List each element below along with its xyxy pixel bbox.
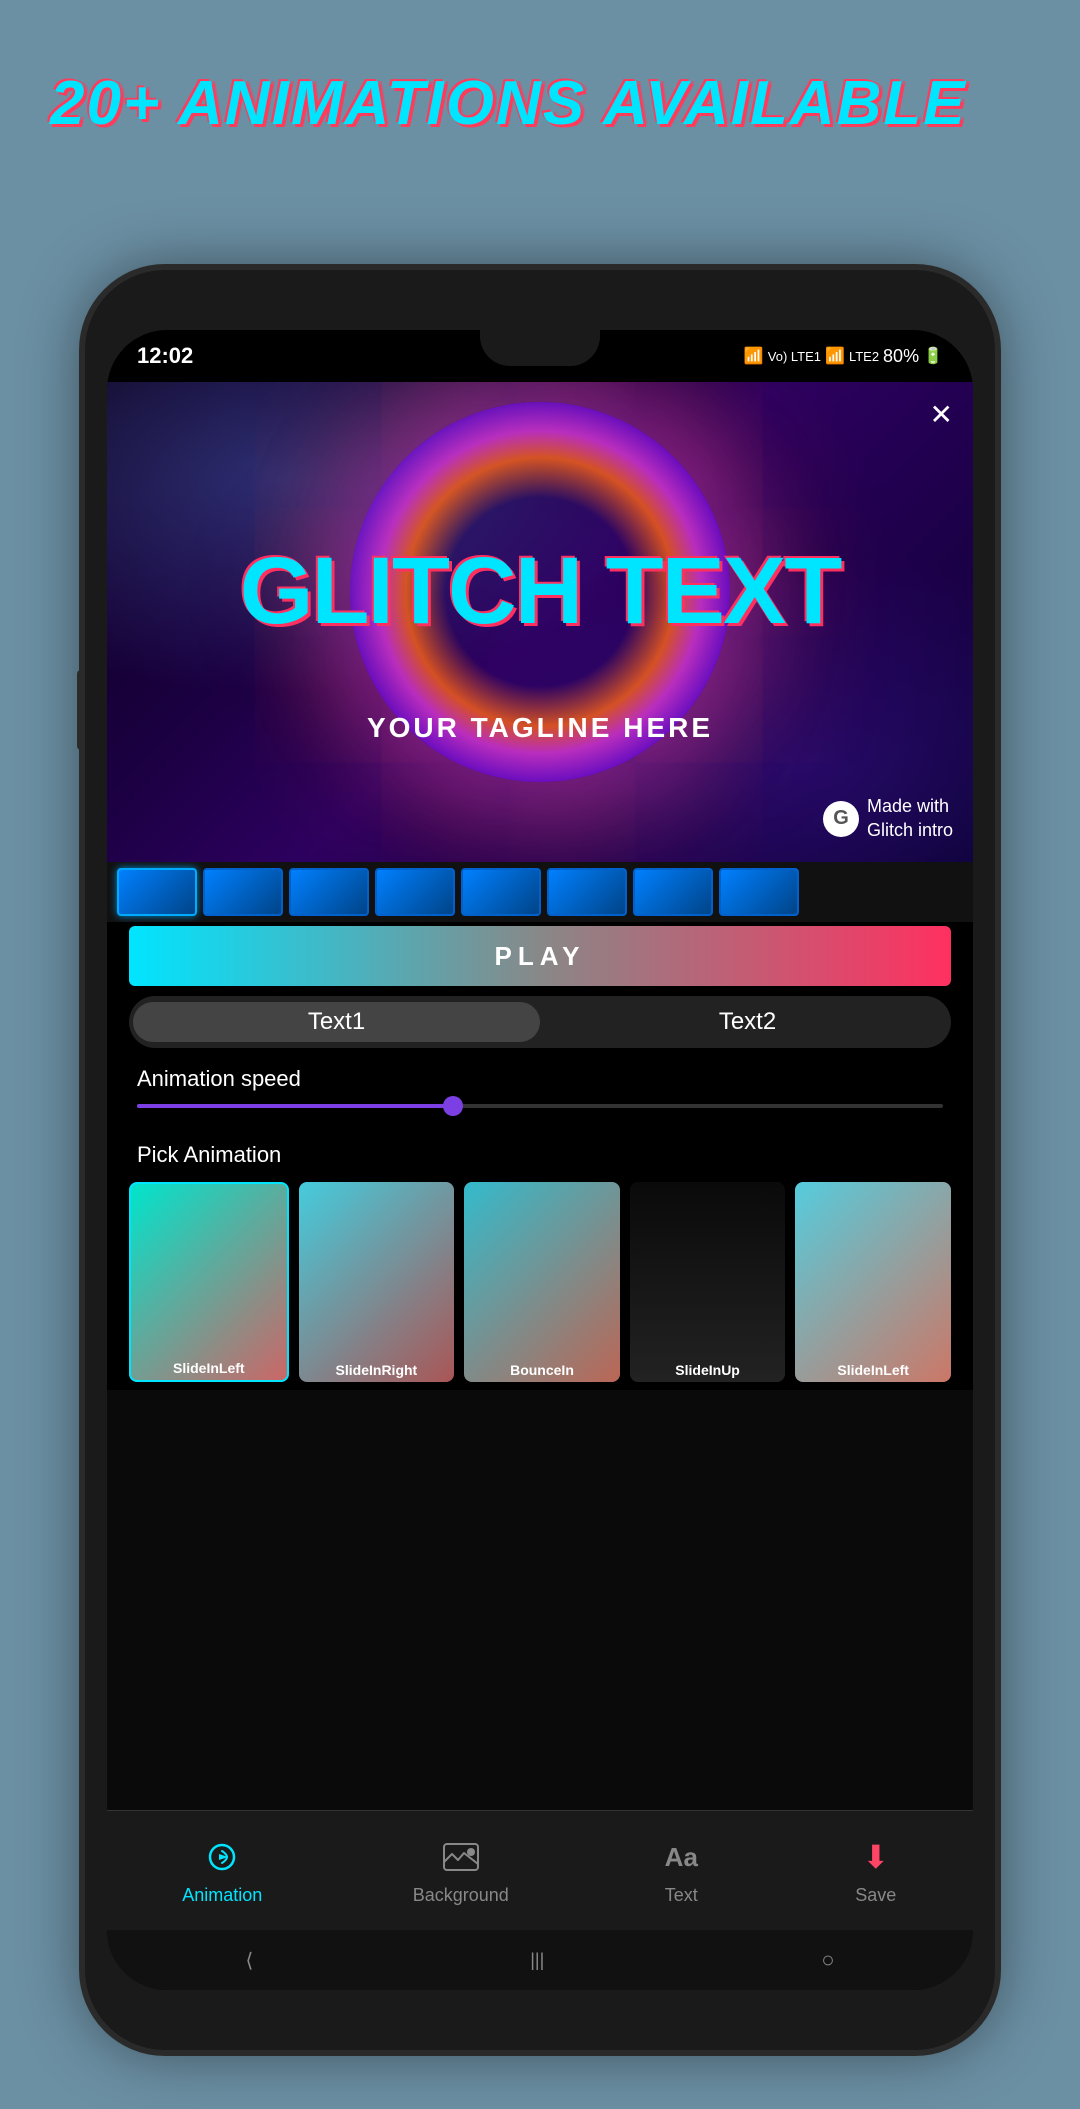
phone-notch — [480, 330, 600, 366]
nav-label-text: Text — [665, 1885, 698, 1906]
glitch-text-display: GLITCH TEXT — [107, 537, 973, 646]
signal-text: Vo) LTE1 — [768, 349, 821, 364]
nav-item-animation[interactable]: Animation — [182, 1835, 262, 1906]
nav-label-save: Save — [855, 1885, 896, 1906]
anim-card-5[interactable]: SlideInLeft — [795, 1182, 951, 1382]
nav-item-text[interactable]: Aa Text — [659, 1835, 703, 1906]
anim-thumb-2[interactable] — [203, 868, 283, 916]
anim-card-3-label: BounceIn — [464, 1362, 620, 1378]
play-button[interactable]: PLAY — [129, 926, 951, 986]
anim-card-3[interactable]: BounceIn — [464, 1182, 620, 1382]
nav-label-background: Background — [413, 1885, 509, 1906]
wifi-icon: 📶 — [744, 346, 764, 366]
system-nav-bar: ⟨ ||| ○ — [107, 1930, 973, 1990]
animation-icon — [200, 1835, 244, 1879]
speed-slider-track[interactable] — [137, 1104, 943, 1108]
anim-card-1[interactable]: SlideInLeft — [129, 1182, 289, 1382]
battery-icon: 🔋 — [923, 346, 943, 366]
signal-text2: LTE2 — [849, 349, 879, 364]
animation-strip — [107, 862, 973, 922]
anim-card-2[interactable]: SlideInRight — [299, 1182, 455, 1382]
nav-label-animation: Animation — [182, 1885, 262, 1906]
anim-card-2-label: SlideInRight — [299, 1362, 455, 1378]
speed-slider-fill — [137, 1104, 459, 1108]
nav-item-background[interactable]: Background — [413, 1835, 509, 1906]
nav-back-icon[interactable]: ⟨ — [245, 1948, 253, 1973]
tagline-text: YOUR TAGLINE HERE — [107, 712, 973, 744]
background-icon — [439, 1835, 483, 1879]
anim-thumb-4[interactable] — [375, 868, 455, 916]
phone-screen: 12:02 📶 Vo) LTE1 📶 LTE2 80% 🔋 GLITCH TEX… — [107, 330, 973, 1990]
bottom-nav: Animation Background Aa Text ⬇ — [107, 1810, 973, 1930]
anim-thumb-7[interactable] — [633, 868, 713, 916]
play-button-label: PLAY — [495, 941, 586, 972]
anim-thumb-3[interactable] — [289, 868, 369, 916]
save-icon: ⬇ — [854, 1835, 898, 1879]
anim-thumb-1[interactable] — [117, 868, 197, 916]
tab-text2[interactable]: Text2 — [544, 1008, 951, 1036]
nav-back-gesture[interactable]: ||| — [530, 1950, 544, 1971]
text-icon: Aa — [659, 1835, 703, 1879]
tab-text1[interactable]: Text1 — [133, 1002, 540, 1042]
animation-speed-label: Animation speed — [137, 1066, 301, 1092]
preview-area: GLITCH TEXT YOUR TAGLINE HERE ✕ G Made w… — [107, 382, 973, 862]
tabs-bar: Text1 Text2 — [129, 996, 951, 1048]
watermark-logo-icon: G — [823, 801, 859, 837]
dark-content-area — [107, 1390, 973, 1810]
nav-home-icon[interactable]: ○ — [821, 1947, 834, 1973]
signal-icon2: 📶 — [825, 346, 845, 366]
phone-side-button — [77, 670, 85, 750]
phone-frame: 12:02 📶 Vo) LTE1 📶 LTE2 80% 🔋 GLITCH TEX… — [85, 270, 995, 2050]
pick-animation-label: Pick Animation — [137, 1142, 281, 1168]
close-button[interactable]: ✕ — [930, 398, 953, 431]
anim-card-4[interactable]: SlideInUp — [630, 1182, 786, 1382]
watermark: G Made withGlitch intro — [823, 795, 953, 842]
anim-thumb-8[interactable] — [719, 868, 799, 916]
watermark-label: Made withGlitch intro — [867, 795, 953, 842]
status-icons-group: 📶 Vo) LTE1 📶 LTE2 80% 🔋 — [744, 346, 943, 367]
anim-card-1-label: SlideInLeft — [131, 1360, 287, 1376]
nav-item-save[interactable]: ⬇ Save — [854, 1835, 898, 1906]
speed-slider-thumb[interactable] — [443, 1096, 463, 1116]
anim-thumb-5[interactable] — [461, 868, 541, 916]
anim-thumb-6[interactable] — [547, 868, 627, 916]
anim-card-5-label: SlideInLeft — [795, 1362, 951, 1378]
battery-text: 80% — [883, 346, 919, 367]
animation-cards-container: SlideInLeft SlideInRight BounceIn SlideI… — [129, 1182, 951, 1382]
header-title: 20+ ANIMATIONS AVAILABLE — [50, 68, 967, 139]
status-time: 12:02 — [137, 343, 193, 369]
anim-card-4-label: SlideInUp — [630, 1362, 786, 1378]
